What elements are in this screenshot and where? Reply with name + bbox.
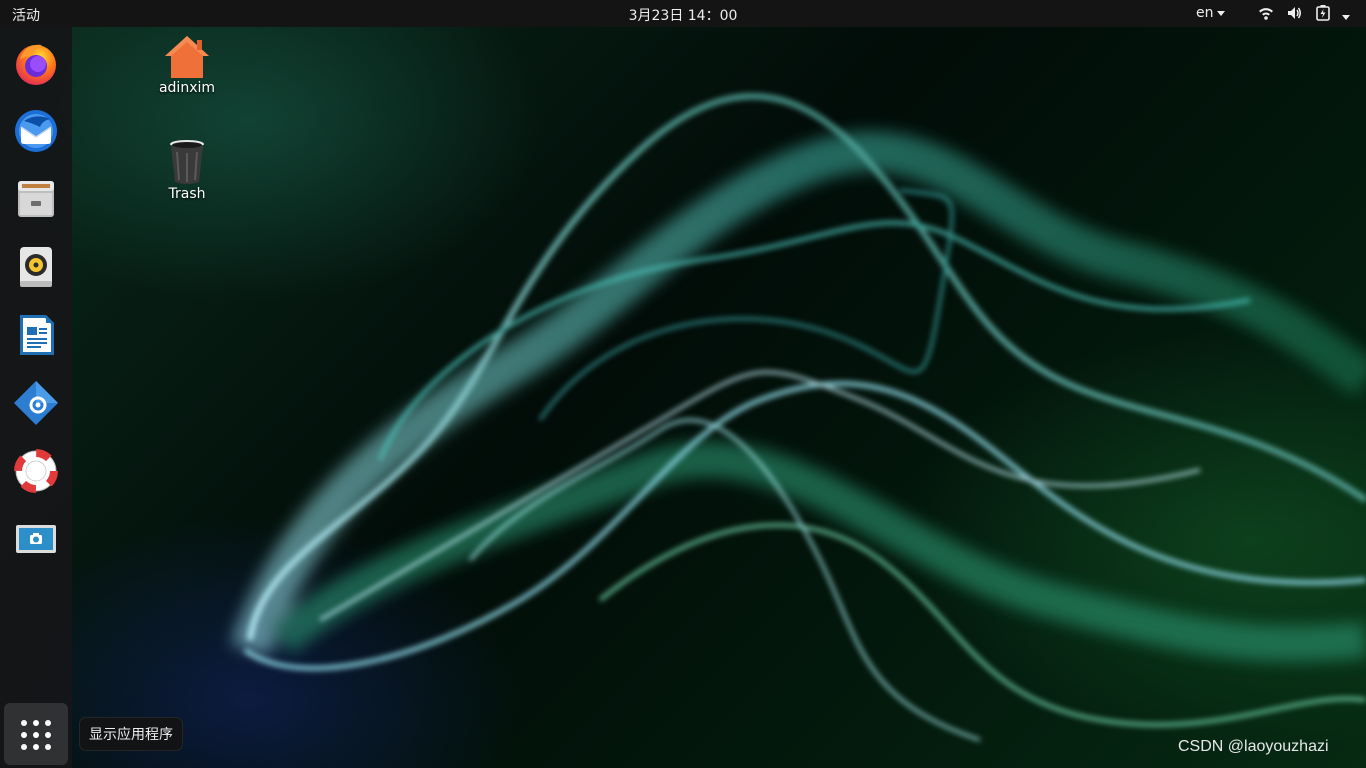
grid-dot: [45, 744, 51, 750]
home-folder-icon: [165, 36, 209, 78]
system-menu[interactable]: [1316, 5, 1351, 25]
dock-item-files[interactable]: [8, 171, 64, 227]
clock: 3月23日 14：00: [0, 5, 1366, 25]
show-applications-tooltip: 显示应用程序: [79, 717, 183, 751]
dock: [0, 27, 72, 768]
dock-item-rhythmbox[interactable]: [8, 239, 64, 295]
volume-icon[interactable]: [1286, 5, 1302, 25]
grid-dot: [45, 732, 51, 738]
files-icon: [18, 181, 54, 217]
grid-dot: [33, 720, 39, 726]
chevron-down-icon: [1342, 14, 1351, 20]
grid-dot: [45, 720, 51, 726]
help-icon: [14, 449, 58, 493]
dock-item-firefox[interactable]: [8, 35, 64, 91]
watermark: CSDN @laoyouzhazi: [1178, 738, 1329, 755]
desktop-icon-label: Trash: [168, 186, 206, 202]
grid-dot: [21, 744, 27, 750]
wallpaper: [0, 0, 1366, 768]
desktop-icon-home[interactable]: adinxim: [147, 34, 227, 96]
dock-item-help[interactable]: [8, 443, 64, 499]
software-icon: [14, 381, 58, 425]
dock-item-screenshot[interactable]: [8, 511, 64, 567]
grid-dot: [21, 720, 27, 726]
wifi-icon[interactable]: [1258, 5, 1274, 25]
desktop-icon-trash[interactable]: Trash: [147, 138, 227, 202]
dock-item-software[interactable]: [8, 375, 64, 431]
clock-button[interactable]: 3月23日 14：00: [629, 8, 738, 24]
firefox-icon: [16, 44, 56, 85]
grid-dot: [21, 732, 27, 738]
dock-item-thunderbird[interactable]: [8, 103, 64, 159]
trash-icon: [170, 140, 204, 184]
battery-icon: [1316, 5, 1330, 21]
wallpaper-smoke: [231, 93, 1366, 742]
grid-dot: [33, 732, 39, 738]
dock-item-writer[interactable]: [8, 307, 64, 363]
writer-icon: [20, 315, 54, 355]
rhythmbox-icon: [20, 247, 52, 287]
desktop-icon-label: adinxim: [158, 80, 216, 96]
input-language-menu[interactable]: en: [1196, 5, 1225, 21]
screenshot-icon: [16, 525, 56, 553]
language-label: en: [1196, 5, 1214, 21]
top-bar: 活动 3月23日 14：00 en: [0, 0, 1366, 27]
grid-dot: [33, 744, 39, 750]
desktop-screen: 活动 3月23日 14：00 en 显示应用程序 adinxim Trash C…: [0, 0, 1366, 768]
thunderbird-icon: [15, 110, 57, 152]
chevron-down-icon: [1216, 10, 1225, 16]
show-applications-button[interactable]: [4, 703, 68, 765]
